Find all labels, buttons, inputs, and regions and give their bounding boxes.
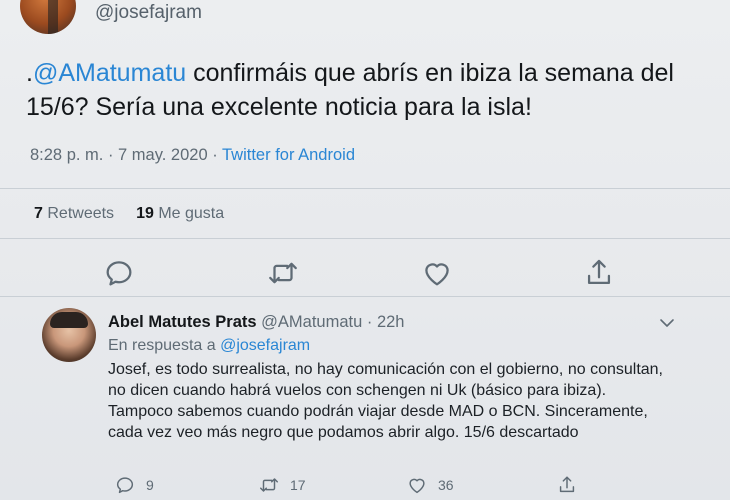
reply-like-button[interactable]: 36 bbox=[406, 474, 454, 496]
reply-context: En respuesta a @josefajram bbox=[108, 337, 310, 355]
reply-context-handle[interactable]: @josefajram bbox=[220, 337, 310, 354]
divider bbox=[0, 296, 730, 297]
reply-text: Josef, es todo surrealista, no hay comun… bbox=[108, 361, 663, 441]
reply-time[interactable]: 22h bbox=[377, 313, 405, 331]
meta-separator: · bbox=[207, 146, 223, 164]
tweet-stats: 7 Retweets 19 Me gusta bbox=[34, 205, 224, 223]
tweet-mention-link[interactable]: @AMatumatu bbox=[33, 59, 186, 87]
likes-count: 19 bbox=[136, 205, 154, 222]
reply-actions: 9 17 36 bbox=[0, 472, 730, 498]
author-avatar[interactable] bbox=[20, 0, 76, 34]
retweets-label: Retweets bbox=[47, 205, 115, 222]
reply-share-button[interactable] bbox=[556, 474, 588, 496]
reply-author-handle[interactable]: @AMatumatu bbox=[261, 313, 362, 331]
retweets-stat[interactable]: 7 Retweets bbox=[34, 205, 114, 222]
reply-retweet-button[interactable]: 17 bbox=[258, 474, 306, 496]
meta-separator: · bbox=[103, 146, 119, 164]
tweet-meta: 8:28 p. m. · 7 may. 2020 · Twitter for A… bbox=[30, 146, 355, 165]
tweet-lead-char: . bbox=[26, 59, 33, 87]
likes-label: Me gusta bbox=[158, 205, 225, 222]
tweet-actions bbox=[0, 256, 730, 292]
like-icon[interactable] bbox=[420, 256, 454, 290]
reply-replies-count: 9 bbox=[146, 477, 154, 493]
share-icon bbox=[559, 476, 575, 493]
reply-retweets-count: 17 bbox=[290, 477, 306, 493]
divider bbox=[0, 238, 730, 239]
retweet-icon[interactable] bbox=[266, 256, 300, 290]
tweet-time[interactable]: 8:28 p. m. bbox=[30, 146, 103, 164]
author-handle[interactable]: @josefajram bbox=[95, 2, 202, 24]
like-icon bbox=[409, 478, 425, 494]
tweet-source-link[interactable]: Twitter for Android bbox=[222, 146, 355, 164]
reply-icon[interactable] bbox=[102, 256, 136, 290]
reply-context-prefix: En respuesta a bbox=[108, 337, 216, 354]
reply-header: Abel Matutes Prats @AMatumatu · 22h bbox=[108, 313, 404, 332]
reply-author-name[interactable]: Abel Matutes Prats bbox=[108, 313, 257, 331]
tweet-text: .@AMatumatu confirmáis que abrís en ibiz… bbox=[26, 56, 706, 124]
retweet-icon bbox=[260, 478, 278, 492]
share-icon[interactable] bbox=[582, 256, 616, 290]
reply-dot: · bbox=[362, 313, 377, 331]
reply-likes-count: 36 bbox=[438, 477, 454, 493]
reply-icon bbox=[116, 477, 134, 494]
screen: @josefajram .@AMatumatu confirmáis que a… bbox=[0, 0, 730, 500]
retweets-count: 7 bbox=[34, 205, 43, 222]
reply-reply-button[interactable]: 9 bbox=[114, 474, 154, 496]
tweet-date[interactable]: 7 may. 2020 bbox=[118, 146, 208, 164]
reply-avatar[interactable] bbox=[42, 308, 96, 362]
likes-stat[interactable]: 19 Me gusta bbox=[136, 205, 224, 222]
chevron-down-icon[interactable] bbox=[658, 316, 676, 330]
divider bbox=[0, 188, 730, 189]
